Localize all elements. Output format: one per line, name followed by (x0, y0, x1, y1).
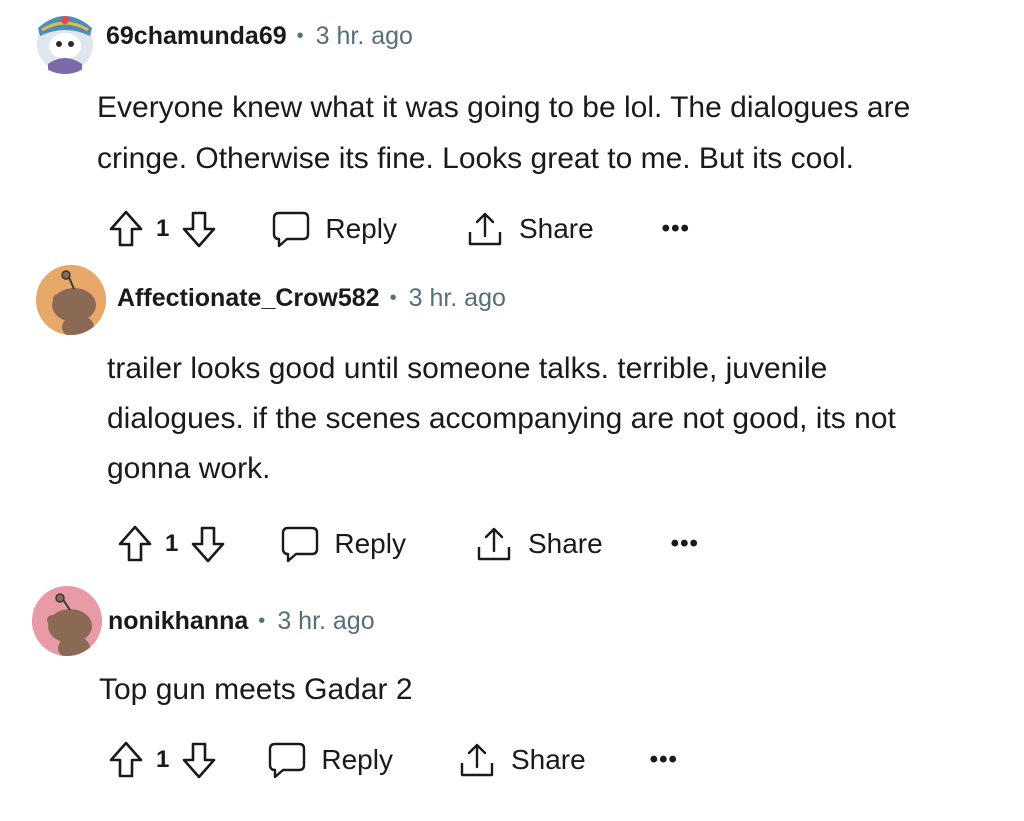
comment-timestamp[interactable]: 3 hr. ago (409, 284, 506, 313)
share-icon (474, 525, 514, 563)
comment-actions: 1 Reply Share ••• (108, 205, 690, 253)
upvote-icon[interactable] (117, 524, 153, 564)
meta-separator: • (296, 25, 304, 47)
vote-count: 1 (156, 215, 170, 242)
share-label: Share (518, 213, 594, 244)
comment-line: dialogues. if the scenes accompanying ar… (107, 402, 896, 435)
reply-label: Reply (334, 528, 406, 559)
upvote-icon[interactable] (108, 740, 144, 780)
comment-body: Top gun meets Gadar 2 (99, 664, 413, 715)
upvote-icon[interactable] (108, 209, 144, 249)
vote-count: 1 (156, 746, 170, 773)
share-button[interactable]: Share (457, 741, 586, 779)
comment-timestamp[interactable]: 3 hr. ago (277, 607, 374, 636)
comment-author[interactable]: nonikhanna (108, 607, 248, 636)
reply-label: Reply (321, 744, 393, 775)
comment-bubble-icon (280, 525, 320, 563)
comment-line: Top gun meets Gadar 2 (99, 673, 413, 706)
share-icon (465, 210, 505, 248)
comment-2: Affectionate_Crow582 • 3 hr. ago trailer… (0, 260, 1024, 580)
comment-body: Everyone knew what it was going to be lo… (97, 82, 910, 184)
more-options-icon[interactable]: ••• (650, 746, 678, 774)
meta-separator: • (258, 610, 266, 632)
downvote-icon[interactable] (181, 740, 217, 780)
comment-bubble-icon (267, 741, 307, 779)
comment-actions: 1 Reply Share ••• (108, 736, 678, 784)
reply-label: Reply (325, 213, 397, 244)
share-button[interactable]: Share (465, 210, 594, 248)
comment-actions: 1 Reply Share ••• (117, 520, 699, 568)
more-options-icon[interactable]: ••• (662, 215, 690, 243)
meta-separator: • (389, 287, 397, 309)
user-avatar[interactable] (32, 586, 102, 656)
share-button[interactable]: Share (474, 525, 603, 563)
comment-author[interactable]: Affectionate_Crow582 (117, 284, 380, 313)
comment-3: nonikhanna • 3 hr. ago Top gun meets Gad… (0, 580, 1024, 821)
user-avatar[interactable] (36, 265, 106, 335)
reply-button[interactable]: Reply (280, 525, 406, 563)
comment-1: 69chamunda69 • 3 hr. ago Everyone knew w… (0, 0, 1024, 260)
downvote-icon[interactable] (190, 524, 226, 564)
share-icon (457, 741, 497, 779)
share-label: Share (510, 744, 586, 775)
comment-body: trailer looks good until someone talks. … (107, 344, 896, 494)
comment-timestamp[interactable]: 3 hr. ago (316, 22, 413, 51)
comment-bubble-icon (271, 210, 311, 248)
comment-line: Everyone knew what it was going to be lo… (97, 91, 911, 124)
comment-author[interactable]: 69chamunda69 (106, 22, 287, 51)
more-options-icon[interactable]: ••• (671, 530, 699, 558)
reply-button[interactable]: Reply (267, 741, 393, 779)
user-avatar[interactable] (30, 4, 100, 74)
downvote-icon[interactable] (181, 209, 217, 249)
vote-count: 1 (165, 530, 179, 557)
comment-line: gonna work. (107, 452, 271, 485)
comment-line: cringe. Otherwise its fine. Looks great … (97, 142, 855, 175)
comment-line: trailer looks good until someone talks. … (107, 352, 828, 385)
share-label: Share (527, 528, 603, 559)
reply-button[interactable]: Reply (271, 210, 397, 248)
